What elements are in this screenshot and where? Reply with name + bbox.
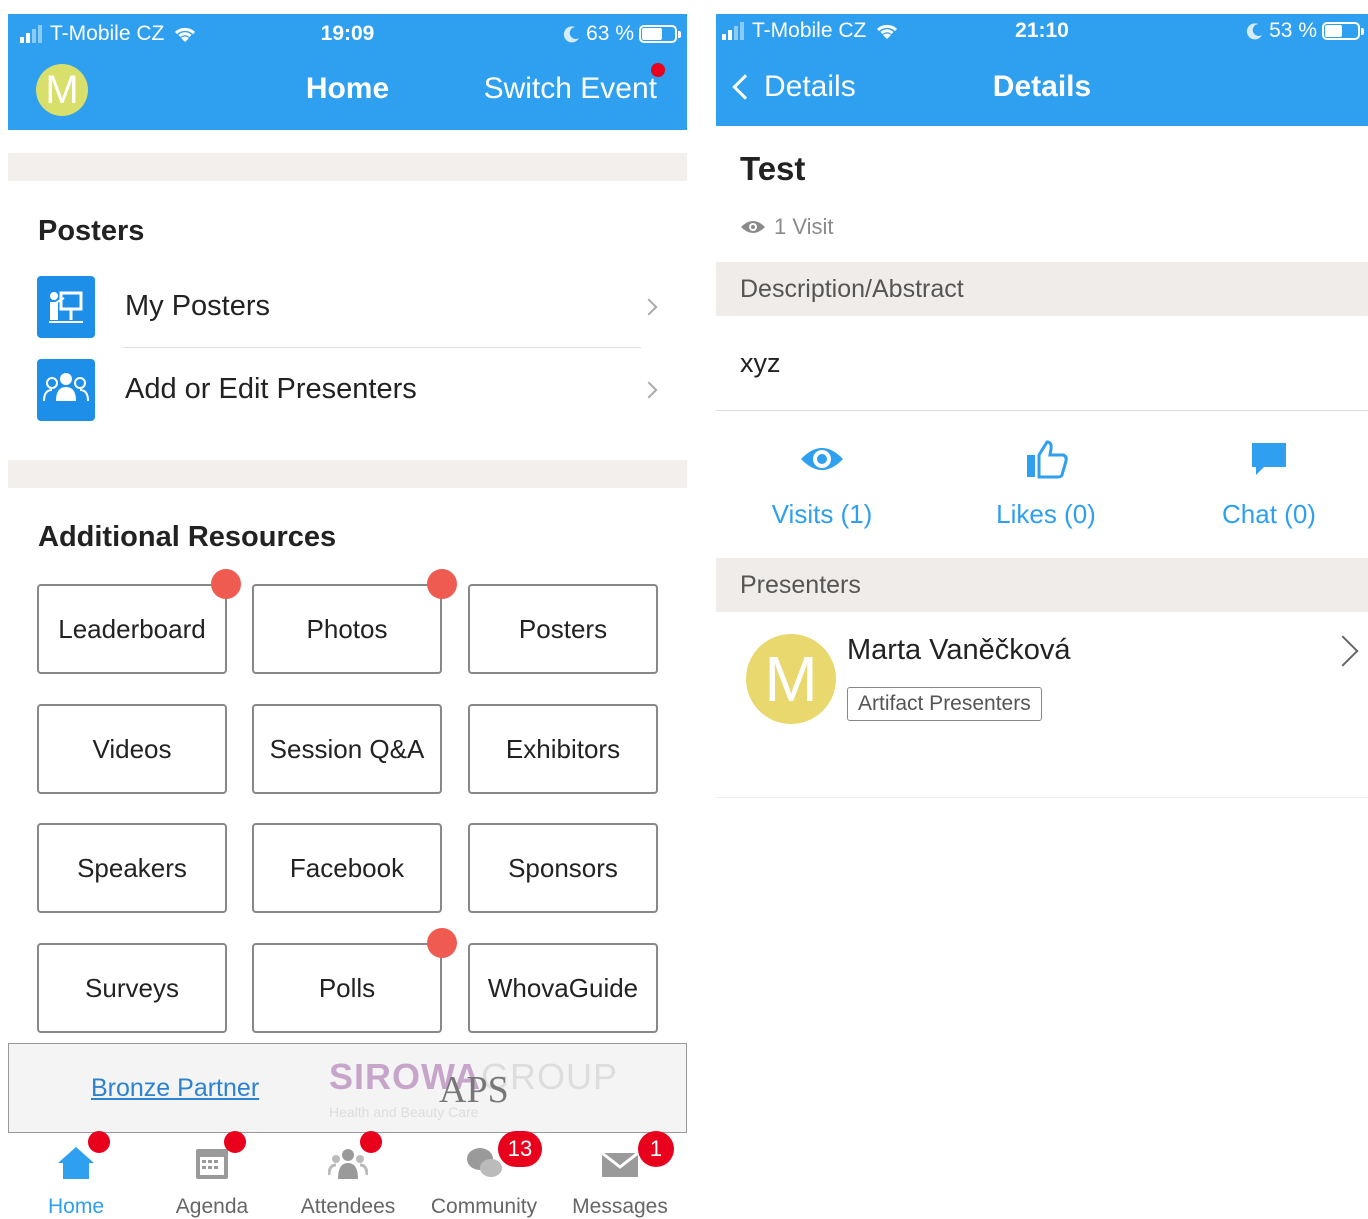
battery-percent: 63 % bbox=[586, 22, 634, 45]
tile-exhibitors[interactable]: Exhibitors bbox=[468, 704, 658, 794]
likes-button[interactable]: Likes (0) bbox=[941, 439, 1151, 530]
battery-icon bbox=[639, 25, 681, 43]
list-item-add-edit-presenters[interactable]: Add or Edit Presenters bbox=[8, 348, 687, 431]
presenter-name: Marta Vaněčková bbox=[847, 634, 1071, 666]
tile-leaderboard[interactable]: Leaderboard bbox=[37, 584, 227, 674]
visits-label: Visits (1) bbox=[771, 499, 873, 529]
notification-dot bbox=[427, 569, 457, 599]
presenter-row[interactable]: M Marta Vaněčková Artifact Presenters bbox=[716, 612, 1368, 798]
chevron-right-icon bbox=[640, 381, 658, 398]
visits-button[interactable]: Visits (1) bbox=[717, 439, 927, 530]
presenter-role-tag: Artifact Presenters bbox=[847, 687, 1042, 721]
poster-title: Test bbox=[740, 150, 806, 187]
visit-count-text: 1 Visit bbox=[774, 214, 834, 239]
visit-count: 1 Visit bbox=[740, 214, 834, 240]
tile-surveys[interactable]: Surveys bbox=[37, 943, 227, 1033]
description-text: xyz bbox=[740, 348, 781, 378]
list-item-my-posters[interactable]: My Posters bbox=[8, 265, 687, 348]
tab-home[interactable]: Home bbox=[8, 1131, 144, 1219]
status-bar: T-Mobile CZ 21:10 53 % bbox=[716, 17, 1368, 45]
notification-dot bbox=[224, 1131, 246, 1153]
battery-percent: 53 % bbox=[1269, 19, 1317, 42]
description-header: Description/Abstract bbox=[716, 262, 1368, 316]
presenters-header: Presenters bbox=[716, 558, 1368, 612]
eye-icon bbox=[801, 448, 843, 470]
notification-dot bbox=[427, 928, 457, 958]
moon-icon bbox=[563, 26, 580, 43]
presenters-icon bbox=[37, 359, 95, 421]
thumbs-up-icon bbox=[1027, 440, 1068, 479]
page-title: Details bbox=[992, 70, 1092, 103]
bronze-partner-link[interactable]: Bronze Partner bbox=[91, 1074, 259, 1103]
list-item-label: Add or Edit Presenters bbox=[125, 373, 417, 405]
tile-sponsors[interactable]: Sponsors bbox=[468, 823, 658, 913]
home-screen: T-Mobile CZ 19:09 63 % M Home Switch Eve… bbox=[8, 14, 687, 1219]
tile-polls[interactable]: Polls bbox=[252, 943, 442, 1033]
likes-label: Likes (0) bbox=[996, 499, 1096, 529]
status-bar: T-Mobile CZ 19:09 63 % bbox=[8, 20, 687, 48]
notification-dot bbox=[360, 1131, 382, 1153]
tile-speakers[interactable]: Speakers bbox=[37, 823, 227, 913]
tile-facebook[interactable]: Facebook bbox=[252, 823, 442, 913]
notification-dot bbox=[211, 569, 241, 599]
avatar: M bbox=[746, 634, 836, 724]
battery-icon bbox=[1322, 22, 1364, 40]
list-item-label: My Posters bbox=[125, 290, 271, 322]
eye-icon bbox=[741, 221, 765, 233]
chat-button[interactable]: Chat (0) bbox=[1164, 439, 1368, 530]
header-bar: T-Mobile CZ 19:09 63 % M Home Switch Eve… bbox=[8, 14, 687, 130]
tab-label: Agenda bbox=[175, 1195, 249, 1218]
chat-icon bbox=[1252, 443, 1286, 475]
tab-agenda[interactable]: Agenda bbox=[144, 1131, 280, 1219]
tab-label: Attendees bbox=[300, 1195, 396, 1218]
chat-label: Chat (0) bbox=[1222, 499, 1316, 529]
poster-details-screen: T-Mobile CZ 21:10 53 % Details Details T… bbox=[716, 14, 1368, 1219]
switch-event-button[interactable]: Switch Event bbox=[484, 72, 657, 106]
people-icon bbox=[328, 1149, 368, 1179]
tab-label: Community bbox=[430, 1195, 538, 1218]
notification-dot bbox=[651, 63, 665, 77]
envelope-icon bbox=[601, 1151, 639, 1177]
home-icon bbox=[58, 1147, 94, 1179]
bottom-tab-bar: Home Agenda Attendees Community 13 Messa… bbox=[8, 1131, 687, 1219]
messages-badge: 1 bbox=[638, 1131, 674, 1167]
header-bar: T-Mobile CZ 21:10 53 % Details Details bbox=[716, 14, 1368, 126]
community-badge: 13 bbox=[498, 1131, 542, 1167]
tab-attendees[interactable]: Attendees bbox=[280, 1131, 416, 1219]
row-divider bbox=[716, 410, 1368, 411]
tab-label: Messages bbox=[572, 1195, 668, 1218]
tile-videos[interactable]: Videos bbox=[37, 704, 227, 794]
posters-section-title: Posters bbox=[38, 215, 145, 247]
tile-session-qa[interactable]: Session Q&A bbox=[252, 704, 442, 794]
poster-board-icon bbox=[37, 276, 95, 338]
tab-community[interactable]: Community 13 bbox=[416, 1131, 552, 1219]
section-divider bbox=[8, 460, 687, 488]
chevron-right-icon bbox=[640, 298, 658, 315]
tile-whovaguide[interactable]: WhovaGuide bbox=[468, 943, 658, 1033]
tile-photos[interactable]: Photos bbox=[252, 584, 442, 674]
chevron-right-icon bbox=[1327, 635, 1359, 667]
notification-dot bbox=[88, 1131, 110, 1153]
calendar-icon bbox=[196, 1149, 228, 1179]
section-divider bbox=[8, 153, 687, 181]
tile-posters[interactable]: Posters bbox=[468, 584, 658, 674]
tab-messages[interactable]: Messages 1 bbox=[552, 1131, 687, 1219]
tab-label: Home bbox=[47, 1195, 105, 1218]
resources-section-title: Additional Resources bbox=[38, 521, 337, 553]
sponsor-banner[interactable]: Bronze Partner SIROWAGROUP APS Health an… bbox=[8, 1043, 687, 1133]
logo-sub-text: Health and Beauty Care bbox=[329, 1104, 479, 1120]
moon-icon bbox=[1246, 23, 1263, 40]
